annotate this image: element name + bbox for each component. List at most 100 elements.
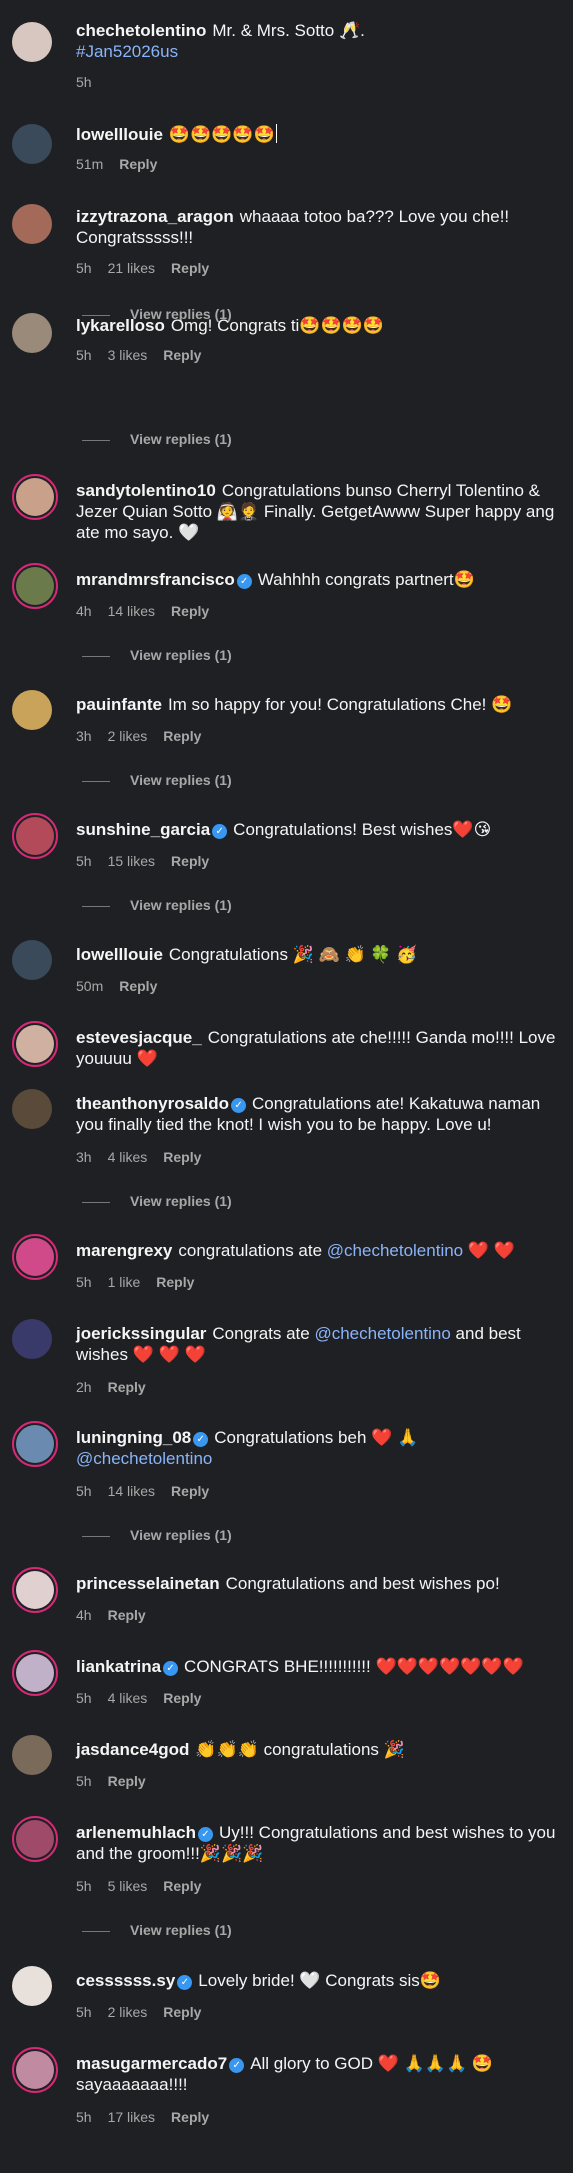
avatar[interactable] <box>12 1735 52 1775</box>
username[interactable]: joerickssingular <box>76 1324 206 1343</box>
avatar[interactable] <box>12 1021 58 1067</box>
avatar-image <box>12 690 52 730</box>
reply-button[interactable]: Reply <box>171 853 209 869</box>
hashtag-link[interactable]: #Jan52026us <box>76 42 178 61</box>
avatar[interactable] <box>12 690 52 730</box>
reply-button[interactable]: Reply <box>156 1274 194 1290</box>
username[interactable]: theanthonyrosaldo <box>76 1094 229 1113</box>
username[interactable]: luningning_08 <box>76 1428 191 1447</box>
avatar[interactable] <box>12 1234 58 1280</box>
reply-button[interactable]: Reply <box>163 347 201 363</box>
avatar[interactable] <box>12 2047 58 2093</box>
reply-button[interactable]: Reply <box>163 1149 201 1165</box>
username[interactable]: marengrexy <box>76 1241 172 1260</box>
comment-body: CONGRATS BHE!!!!!!!!!!! ❤️❤️❤️❤️❤️❤️❤️ <box>184 1657 524 1676</box>
username[interactable]: lykarelloso <box>76 316 165 335</box>
avatar[interactable] <box>12 563 58 609</box>
reply-button[interactable]: Reply <box>171 260 209 276</box>
avatar[interactable] <box>12 1567 58 1613</box>
comment-text: theanthonyrosaldo ✓ Congratulations ate! K… <box>76 1093 561 1135</box>
username[interactable]: chechetolentino <box>76 21 206 40</box>
reply-button[interactable]: Reply <box>163 1878 201 1894</box>
comment-body-tail: ❤️ ❤️ <box>463 1241 515 1260</box>
avatar[interactable] <box>12 22 52 62</box>
username[interactable]: arlenemuhlach <box>76 1823 196 1842</box>
like-count[interactable]: 21 likes <box>108 260 155 276</box>
username[interactable]: masugarmercado7 <box>76 2054 227 2073</box>
avatar-image <box>12 22 52 62</box>
comment-meta: 4h 14 likes Reply <box>76 603 225 619</box>
like-count[interactable]: 17 likes <box>108 2109 155 2125</box>
view-replies-button[interactable]: View replies (1) <box>82 1527 232 1543</box>
username[interactable]: mrandmrsfrancisco <box>76 570 235 589</box>
username[interactable]: cessssss.sy <box>76 1971 175 1990</box>
mention-link[interactable]: @chechetolentino <box>76 1449 212 1468</box>
like-count[interactable]: 15 likes <box>108 853 155 869</box>
avatar[interactable] <box>12 204 52 244</box>
username[interactable]: lowelllouie <box>76 945 163 964</box>
reply-button[interactable]: Reply <box>119 156 157 172</box>
view-replies-button[interactable]: View replies (1) <box>82 431 232 447</box>
avatar[interactable] <box>12 124 52 164</box>
view-replies-button[interactable]: View replies (1) <box>82 772 232 788</box>
view-replies-button[interactable]: View replies (1) <box>82 1193 232 1209</box>
reply-button[interactable]: Reply <box>171 2109 209 2125</box>
reply-button[interactable]: Reply <box>163 2004 201 2020</box>
avatar[interactable] <box>12 940 52 980</box>
avatar[interactable] <box>12 1650 58 1696</box>
username[interactable]: pauinfante <box>76 695 162 714</box>
like-count[interactable]: 14 likes <box>108 1483 155 1499</box>
reply-button[interactable]: Reply <box>171 1483 209 1499</box>
comment-text: mrandmrsfrancisco ✓ Wahhhh congrats partne… <box>76 569 561 590</box>
verified-badge-icon: ✓ <box>212 824 228 839</box>
username[interactable]: estevesjacque_ <box>76 1028 202 1047</box>
avatar[interactable] <box>12 313 52 353</box>
like-count[interactable]: 2 likes <box>108 2004 148 2020</box>
reply-button[interactable]: Reply <box>163 728 201 744</box>
view-replies-button[interactable]: View replies (1) <box>82 897 232 913</box>
view-replies-button[interactable]: View replies (1) <box>82 647 232 663</box>
username[interactable]: sunshine_garcia <box>76 820 210 839</box>
comment-meta: 5h 2 likes Reply <box>76 2004 217 2020</box>
avatar[interactable] <box>12 1421 58 1467</box>
avatar-image <box>12 1735 52 1775</box>
reply-button[interactable]: Reply <box>108 1607 146 1623</box>
avatar[interactable] <box>12 1966 52 2006</box>
reply-button[interactable]: Reply <box>171 603 209 619</box>
mention-link[interactable]: @chechetolentino <box>327 1241 463 1260</box>
verified-badge-icon: ✓ <box>236 574 252 589</box>
comment-body: Congratulations 🎉 🙈 👏 🍀 🥳 <box>168 945 418 964</box>
comment-body: congratulations ate <box>178 1241 323 1260</box>
username[interactable]: jasdance4god <box>76 1740 189 1759</box>
like-count[interactable]: 4 likes <box>108 1690 148 1706</box>
reply-button[interactable]: Reply <box>163 1690 201 1706</box>
timestamp: 4h <box>76 603 92 619</box>
reply-button[interactable]: Reply <box>119 978 157 994</box>
like-count[interactable]: 1 like <box>108 1274 141 1290</box>
like-count[interactable]: 2 likes <box>108 728 148 744</box>
comment-text: cessssss.sy ✓ Lovely bride! 🤍 Congrats sis… <box>76 1970 561 1991</box>
username[interactable]: liankatrina <box>76 1657 161 1676</box>
avatar[interactable] <box>12 1089 52 1129</box>
reply-button[interactable]: Reply <box>108 1773 146 1789</box>
avatar-image <box>12 204 52 244</box>
mention-link[interactable]: @chechetolentino <box>314 1324 450 1343</box>
avatar[interactable] <box>12 474 58 520</box>
comment-text: sandytolentino10 Congratulations bunso Ch… <box>76 480 561 543</box>
username[interactable]: princesselainetan <box>76 1574 220 1593</box>
like-count[interactable]: 4 likes <box>108 1149 148 1165</box>
avatar[interactable] <box>12 1319 52 1359</box>
reply-button[interactable]: Reply <box>108 1379 146 1395</box>
like-count[interactable]: 5 likes <box>108 1878 148 1894</box>
username[interactable]: lowelllouie <box>76 125 163 144</box>
username[interactable]: izzytrazona_aragon <box>76 207 234 226</box>
timestamp: 4h <box>76 1607 92 1623</box>
username[interactable]: sandytolentino10 <box>76 481 216 500</box>
comment-text: liankatrina ✓ CONGRATS BHE!!!!!!!!!!! ❤️❤️… <box>76 1656 561 1677</box>
like-count[interactable]: 14 likes <box>108 603 155 619</box>
avatar[interactable] <box>12 813 58 859</box>
like-count[interactable]: 3 likes <box>108 347 148 363</box>
comment-meta: 5h 4 likes Reply <box>76 1690 217 1706</box>
avatar[interactable] <box>12 1816 58 1862</box>
view-replies-button[interactable]: View replies (1) <box>82 1922 232 1938</box>
